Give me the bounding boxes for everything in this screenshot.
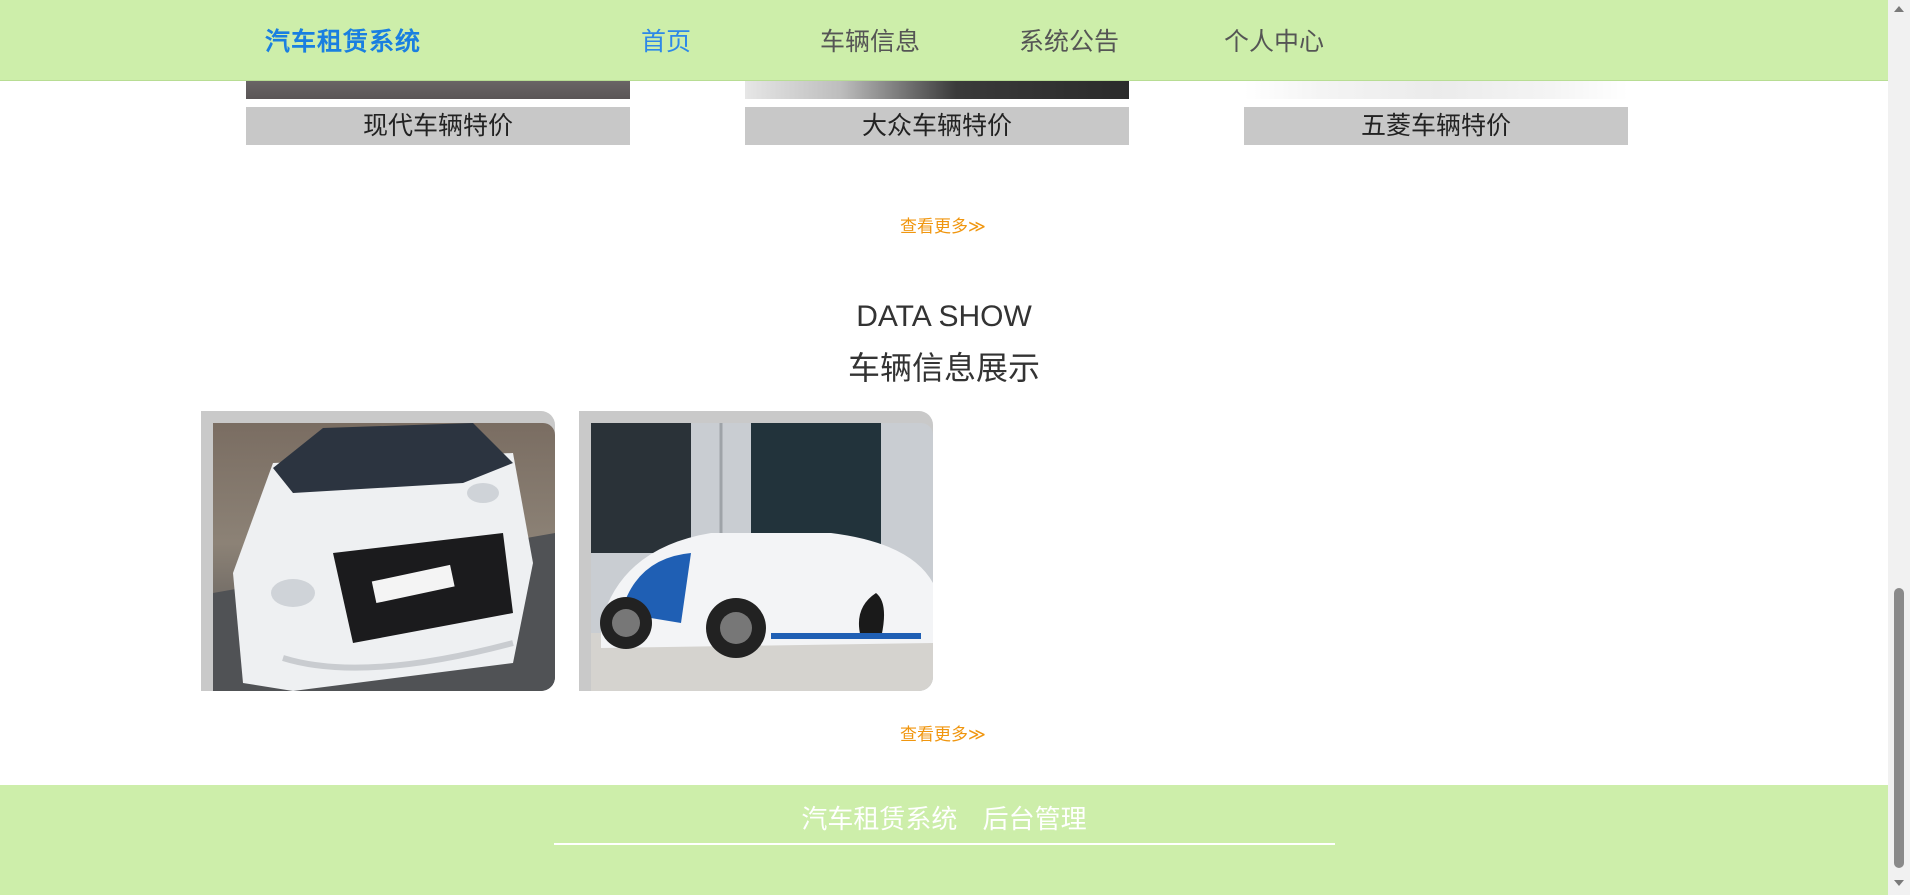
nav-item-announcements[interactable]: 系统公告: [1019, 22, 1119, 58]
site-footer: 汽车租赁系统 后台管理: [0, 785, 1888, 895]
top-navbar: 汽车租赁系统 首页 车辆信息 系统公告 个人中心: [0, 0, 1888, 81]
vehicle-card[interactable]: [579, 411, 933, 691]
page-scrollbar[interactable]: [1888, 0, 1910, 895]
view-more-link-vehicles[interactable]: 查看更多≫: [900, 720, 986, 745]
promo-image-vw[interactable]: [745, 80, 1129, 99]
vehicle-photo: [213, 423, 555, 691]
scroll-up-arrow-icon[interactable]: [1894, 6, 1904, 12]
vehicle-card[interactable]: [201, 411, 555, 691]
view-more-link-promos[interactable]: 查看更多≫: [900, 212, 986, 237]
section-title-en: DATA SHOW: [856, 300, 1032, 333]
section-title-cn: 车辆信息展示: [847, 350, 1040, 386]
footer-divider: [554, 843, 1335, 845]
promo-label-hyundai[interactable]: 现代车辆特价: [246, 107, 630, 145]
site-brand[interactable]: 汽车租赁系统: [265, 22, 421, 58]
promo-image-wuling[interactable]: [1244, 80, 1628, 99]
scroll-thumb[interactable]: [1894, 588, 1904, 868]
promo-label-wuling[interactable]: 五菱车辆特价: [1244, 107, 1628, 145]
nav-item-profile[interactable]: 个人中心: [1224, 22, 1324, 58]
scroll-down-arrow-icon[interactable]: [1894, 880, 1904, 886]
footer-link-admin[interactable]: 后台管理: [983, 804, 1087, 834]
promo-image-hyundai[interactable]: [246, 80, 630, 99]
vehicle-photo: [591, 423, 933, 691]
promo-label-vw[interactable]: 大众车辆特价: [745, 107, 1129, 145]
footer-link-system[interactable]: 汽车租赁系统: [801, 804, 957, 834]
footer-links: 汽车租赁系统 后台管理: [0, 799, 1888, 836]
nav-item-home[interactable]: 首页: [641, 22, 691, 58]
nav-item-vehicle-info[interactable]: 车辆信息: [820, 22, 920, 58]
